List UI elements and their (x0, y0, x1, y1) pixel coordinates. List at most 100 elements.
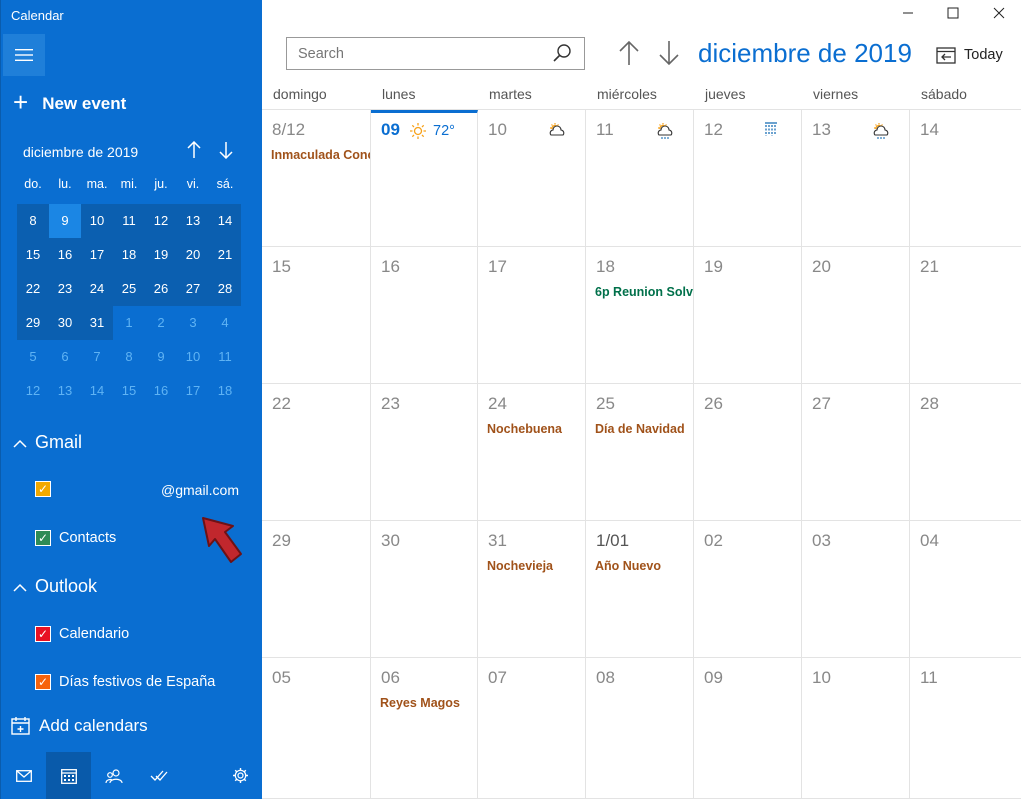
day-cell[interactable]: 27 (802, 384, 910, 521)
mini-calendar-day[interactable]: 18 (113, 238, 145, 272)
todo-button[interactable] (136, 752, 181, 799)
calendar-event[interactable]: Nochebuena (487, 422, 585, 436)
mini-calendar-day[interactable]: 30 (49, 306, 81, 340)
mini-calendar-day[interactable]: 15 (113, 374, 145, 408)
mini-calendar-day[interactable]: 18 (209, 374, 241, 408)
calendar-event[interactable]: Nochevieja (487, 559, 585, 573)
day-cell[interactable]: 09 (694, 658, 802, 799)
mini-calendar-day[interactable]: 15 (17, 238, 49, 272)
mini-calendar-day[interactable]: 2 (145, 306, 177, 340)
mini-calendar-day[interactable]: 28 (209, 272, 241, 306)
add-calendars-button[interactable]: Add calendars (11, 716, 148, 736)
checkbox-calendario[interactable]: ✓ (35, 626, 51, 642)
day-cell[interactable]: 24 Nochebuena (478, 384, 586, 521)
calendar-button[interactable] (46, 752, 91, 799)
calendar-item-calendario[interactable]: ✓ Calendario (35, 626, 129, 642)
day-cell[interactable]: 28 (910, 384, 1021, 521)
checkbox-festivos[interactable]: ✓ (35, 674, 51, 690)
mini-calendar-day[interactable]: 21 (209, 238, 241, 272)
group-gmail-header[interactable]: Gmail (13, 432, 82, 453)
day-cell[interactable]: 10 (478, 110, 586, 247)
day-cell[interactable]: 02 (694, 521, 802, 658)
day-cell-today[interactable]: 09 72° (371, 110, 478, 247)
mini-calendar-day[interactable]: 9 (49, 204, 81, 238)
day-cell[interactable]: 1/01 Año Nuevo (586, 521, 694, 658)
day-cell[interactable]: 06 Reyes Magos (371, 658, 478, 799)
mail-button[interactable] (1, 752, 46, 799)
day-cell[interactable]: 23 (371, 384, 478, 521)
mini-calendar-next-button[interactable] (219, 141, 233, 164)
search-input[interactable]: Search (286, 37, 585, 70)
mini-calendar-day[interactable]: 26 (145, 272, 177, 306)
mini-calendar-day[interactable]: 16 (49, 238, 81, 272)
mini-calendar-day[interactable]: 14 (81, 374, 113, 408)
mini-calendar-day[interactable]: 13 (177, 204, 209, 238)
mini-calendar-day[interactable]: 10 (81, 204, 113, 238)
mini-calendar-day[interactable]: 11 (113, 204, 145, 238)
mini-calendar-prev-button[interactable] (187, 140, 201, 164)
mini-calendar-day[interactable]: 13 (49, 374, 81, 408)
hamburger-menu-button[interactable] (3, 34, 45, 76)
mini-calendar-day[interactable]: 7 (81, 340, 113, 374)
checkbox-gmail-account[interactable]: ✓ (35, 481, 51, 497)
previous-month-button[interactable] (618, 40, 640, 73)
day-cell[interactable]: 21 (910, 247, 1021, 384)
mini-calendar-day[interactable]: 4 (209, 306, 241, 340)
day-cell[interactable]: 10 (802, 658, 910, 799)
day-cell[interactable]: 11 (910, 658, 1021, 799)
calendar-event[interactable]: Reyes Magos (380, 696, 477, 710)
day-cell[interactable]: 26 (694, 384, 802, 521)
day-cell[interactable]: 8/12 Inmaculada Concepción (262, 110, 371, 247)
mini-calendar-day[interactable]: 27 (177, 272, 209, 306)
mini-calendar-day[interactable]: 12 (145, 204, 177, 238)
calendar-event[interactable]: Año Nuevo (595, 559, 693, 573)
mini-calendar-day[interactable]: 8 (17, 204, 49, 238)
group-outlook-header[interactable]: Outlook (13, 576, 97, 597)
day-cell[interactable]: 18 6p Reunion Solvetic (586, 247, 694, 384)
settings-button[interactable] (218, 752, 263, 799)
mini-calendar-day[interactable]: 24 (81, 272, 113, 306)
day-cell[interactable]: 11 (586, 110, 694, 247)
calendar-event[interactable]: Día de Navidad (595, 422, 693, 436)
mini-calendar-day[interactable]: 1 (113, 306, 145, 340)
calendar-item-gmail-account[interactable]: ✓ (35, 481, 59, 497)
day-cell[interactable]: 16 (371, 247, 478, 384)
mini-calendar-day[interactable]: 3 (177, 306, 209, 340)
mini-calendar-day[interactable]: 9 (145, 340, 177, 374)
day-cell[interactable]: 22 (262, 384, 371, 521)
day-cell[interactable]: 07 (478, 658, 586, 799)
day-cell[interactable]: 03 (802, 521, 910, 658)
day-cell[interactable]: 19 (694, 247, 802, 384)
calendar-event[interactable]: Inmaculada Concepción (271, 148, 370, 162)
day-cell[interactable]: 12 (694, 110, 802, 247)
day-cell[interactable]: 17 (478, 247, 586, 384)
today-button[interactable]: Today (936, 46, 1003, 64)
day-cell[interactable]: 08 (586, 658, 694, 799)
calendar-event[interactable]: 6p Reunion Solvetic (595, 285, 693, 299)
day-cell[interactable]: 04 (910, 521, 1021, 658)
mini-calendar-day[interactable]: 10 (177, 340, 209, 374)
day-cell[interactable]: 13 (802, 110, 910, 247)
mini-calendar-day[interactable]: 5 (17, 340, 49, 374)
day-cell[interactable]: 05 (262, 658, 371, 799)
mini-calendar-day[interactable]: 8 (113, 340, 145, 374)
day-cell[interactable]: 29 (262, 521, 371, 658)
day-cell[interactable]: 14 (910, 110, 1021, 247)
day-cell[interactable]: 25 Día de Navidad (586, 384, 694, 521)
maximize-button[interactable] (938, 6, 968, 24)
mini-calendar-day[interactable]: 16 (145, 374, 177, 408)
minimize-button[interactable] (893, 6, 923, 24)
day-cell[interactable]: 20 (802, 247, 910, 384)
day-cell[interactable]: 15 (262, 247, 371, 384)
mini-calendar-day[interactable]: 20 (177, 238, 209, 272)
mini-calendar-day[interactable]: 17 (81, 238, 113, 272)
people-button[interactable] (91, 752, 136, 799)
mini-calendar-day[interactable]: 31 (81, 306, 113, 340)
mini-calendar-day[interactable]: 29 (17, 306, 49, 340)
mini-calendar-day[interactable]: 19 (145, 238, 177, 272)
close-button[interactable] (984, 6, 1014, 24)
mini-calendar-day[interactable]: 12 (17, 374, 49, 408)
new-event-button[interactable]: + New event (13, 89, 126, 115)
next-month-button[interactable] (658, 40, 680, 73)
search-icon[interactable] (552, 43, 572, 67)
